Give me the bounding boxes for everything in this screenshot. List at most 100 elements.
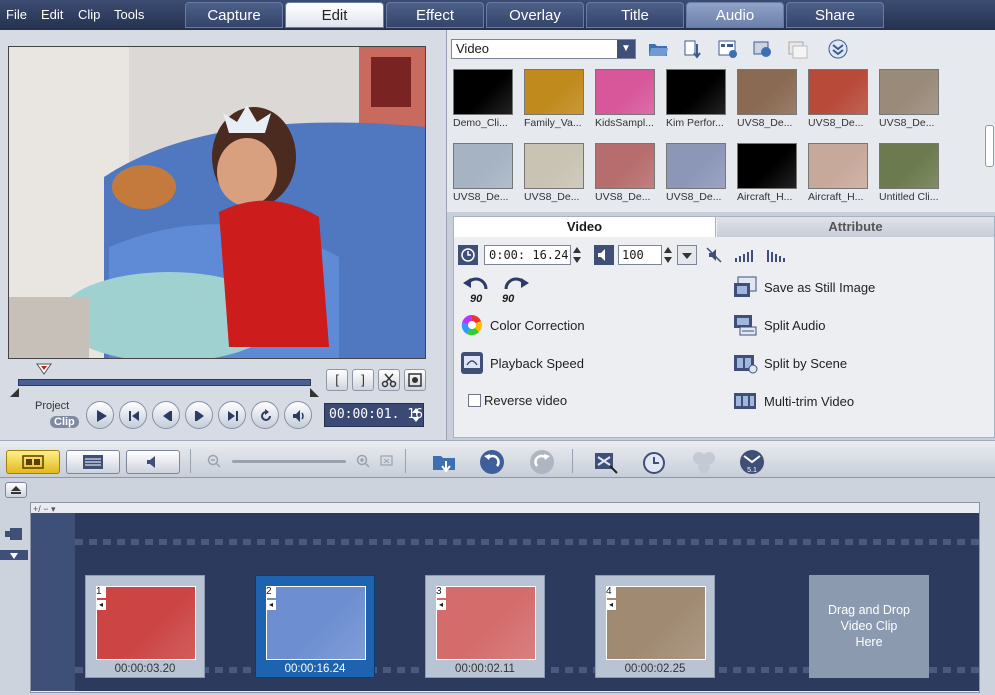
step-tab-audio[interactable]: Audio bbox=[686, 2, 784, 28]
reverse-video-checkbox[interactable]: Reverse video bbox=[468, 393, 567, 408]
speaker-icon bbox=[293, 410, 304, 422]
library-thumbnail[interactable]: Kim Perfor... bbox=[666, 69, 728, 131]
storyboard-clip[interactable]: 3 ◂ 00:00:02.11 bbox=[425, 575, 545, 678]
volume-dropdown[interactable] bbox=[677, 245, 697, 265]
fade-in-icon[interactable] bbox=[734, 247, 754, 263]
duration-field[interactable]: 0:00: 16.24 bbox=[484, 245, 571, 265]
fade-out-icon[interactable] bbox=[766, 247, 786, 263]
sort-icon[interactable] bbox=[682, 38, 704, 60]
play-button[interactable] bbox=[86, 401, 114, 429]
repeat-button[interactable] bbox=[251, 401, 279, 429]
preview-timecode[interactable]: 00:00:01. 16 bbox=[324, 403, 424, 427]
collapse-button[interactable] bbox=[5, 482, 27, 498]
system-volume-button[interactable] bbox=[284, 401, 312, 429]
zoom-in-icon[interactable] bbox=[356, 454, 370, 468]
library-thumbnail[interactable]: Family_Va... bbox=[524, 69, 586, 131]
mute-icon[interactable] bbox=[706, 247, 722, 263]
library-thumbnail[interactable]: UVS8_De... bbox=[879, 69, 941, 131]
project-mode-label[interactable]: Project bbox=[35, 400, 69, 412]
surround-sound-icon[interactable]: 5.1 bbox=[738, 448, 766, 476]
timecode-spinner-icon[interactable] bbox=[411, 406, 421, 424]
capture-icon[interactable] bbox=[787, 38, 809, 60]
drop-zone[interactable]: Drag and Drop Video Clip Here bbox=[809, 575, 929, 678]
mark-in-button[interactable]: [ bbox=[326, 369, 348, 391]
storyboard-clip[interactable]: 4 ◂ 00:00:02.25 bbox=[595, 575, 715, 678]
duration-spinner-icon[interactable] bbox=[572, 245, 582, 265]
library-thumbnail[interactable]: UVS8_De... bbox=[808, 69, 870, 131]
track-manager-icon[interactable] bbox=[690, 448, 718, 476]
previous-frame-button[interactable] bbox=[152, 401, 180, 429]
library-thumbnail[interactable]: UVS8_De... bbox=[453, 143, 515, 205]
menu-file[interactable]: File bbox=[6, 7, 27, 22]
library-category-dropdown[interactable]: Video ▼ bbox=[451, 39, 636, 59]
trim-marker-start-icon[interactable] bbox=[10, 388, 20, 398]
split-audio-button[interactable]: Split Audio bbox=[732, 313, 825, 337]
scrubber-handle[interactable] bbox=[36, 363, 52, 375]
library-thumbnail[interactable]: Aircraft_H... bbox=[737, 143, 799, 205]
rotate-left-button[interactable]: 90 bbox=[462, 275, 492, 305]
track-expand-button[interactable] bbox=[0, 550, 28, 560]
video-track-icon[interactable] bbox=[4, 526, 26, 542]
timeline-view-button[interactable] bbox=[66, 450, 120, 474]
expand-options-icon[interactable] bbox=[827, 38, 849, 60]
clip-thumbnail-image bbox=[607, 587, 705, 659]
mark-out-button[interactable]: ] bbox=[352, 369, 374, 391]
reverse-video-checkbox-box[interactable] bbox=[468, 394, 481, 407]
next-frame-button[interactable] bbox=[185, 401, 213, 429]
menu-edit[interactable]: Edit bbox=[41, 7, 63, 22]
color-wheel-icon bbox=[461, 314, 482, 336]
trim-marker-end-icon[interactable] bbox=[310, 388, 320, 398]
zoom-slider[interactable] bbox=[232, 460, 346, 463]
tab-attribute[interactable]: Attribute bbox=[717, 217, 994, 237]
library-thumbnail[interactable]: UVS8_De... bbox=[524, 143, 586, 205]
zoom-out-icon[interactable] bbox=[207, 454, 221, 468]
library-thumbnail[interactable]: KidsSampl... bbox=[595, 69, 657, 131]
insert-media-icon[interactable] bbox=[430, 448, 458, 476]
storyboard-clip[interactable]: 2 ◂ 00:00:16.24 bbox=[255, 575, 375, 678]
library-thumbnail[interactable]: UVS8_De... bbox=[737, 69, 799, 131]
library-thumbnail[interactable]: Aircraft_H... bbox=[808, 143, 870, 205]
library-manager-icon[interactable] bbox=[717, 38, 739, 60]
volume-spinner-icon[interactable] bbox=[662, 245, 674, 265]
batch-convert-icon[interactable] bbox=[640, 448, 668, 476]
library-scrollbar[interactable] bbox=[985, 125, 994, 167]
enlarge-preview-button[interactable] bbox=[404, 369, 426, 391]
multi-trim-video-button[interactable]: Multi-trim Video bbox=[732, 389, 854, 413]
refresh-library-icon[interactable] bbox=[752, 38, 774, 60]
menu-tools[interactable]: Tools bbox=[114, 7, 144, 22]
step-tab-capture[interactable]: Capture bbox=[185, 2, 283, 28]
tab-video[interactable]: Video bbox=[454, 217, 716, 237]
go-to-end-button[interactable] bbox=[218, 401, 246, 429]
library-thumbnail[interactable]: Demo_Cli... bbox=[453, 69, 515, 131]
mute-speaker-icon[interactable] bbox=[594, 245, 614, 265]
chevron-down-icon[interactable]: ▼ bbox=[617, 40, 635, 58]
library-thumbnail[interactable]: Untitled Cli... bbox=[879, 143, 941, 205]
undo-icon[interactable] bbox=[478, 448, 506, 476]
library-thumbnail[interactable]: UVS8_De... bbox=[666, 143, 728, 205]
step-tab-edit[interactable]: Edit bbox=[285, 2, 384, 28]
color-correction-button[interactable]: Color Correction bbox=[460, 313, 585, 337]
menu-clip[interactable]: Clip bbox=[78, 7, 100, 22]
audio-view-button[interactable] bbox=[126, 450, 180, 474]
step-tab-share[interactable]: Share bbox=[786, 2, 884, 28]
storyboard-clip[interactable]: 1 ◂ 00:00:03.20 bbox=[85, 575, 205, 678]
step-tab-effect[interactable]: Effect bbox=[386, 2, 484, 28]
smart-proxy-icon[interactable] bbox=[592, 448, 620, 476]
step-tab-overlay[interactable]: Overlay bbox=[486, 2, 584, 28]
clip-mode-label[interactable]: Clip bbox=[50, 416, 79, 428]
go-to-start-button[interactable] bbox=[119, 401, 147, 429]
timeline-view-icon bbox=[83, 455, 103, 469]
save-still-image-button[interactable]: Save as Still Image bbox=[732, 275, 875, 299]
playback-speed-button[interactable]: Playback Speed bbox=[460, 351, 584, 375]
fit-project-icon[interactable] bbox=[380, 454, 394, 468]
open-folder-icon[interactable] bbox=[647, 38, 669, 60]
volume-field[interactable]: 100 bbox=[618, 245, 662, 265]
split-by-scene-button[interactable]: Split by Scene bbox=[732, 351, 847, 375]
storyboard-view-button[interactable] bbox=[6, 450, 60, 474]
redo-icon[interactable] bbox=[528, 448, 556, 476]
step-tab-title[interactable]: Title bbox=[586, 2, 684, 28]
cut-clip-button[interactable] bbox=[378, 369, 400, 391]
scrubber-track[interactable] bbox=[18, 379, 311, 386]
library-thumbnail[interactable]: UVS8_De... bbox=[595, 143, 657, 205]
rotate-right-button[interactable]: 90 bbox=[500, 275, 530, 305]
